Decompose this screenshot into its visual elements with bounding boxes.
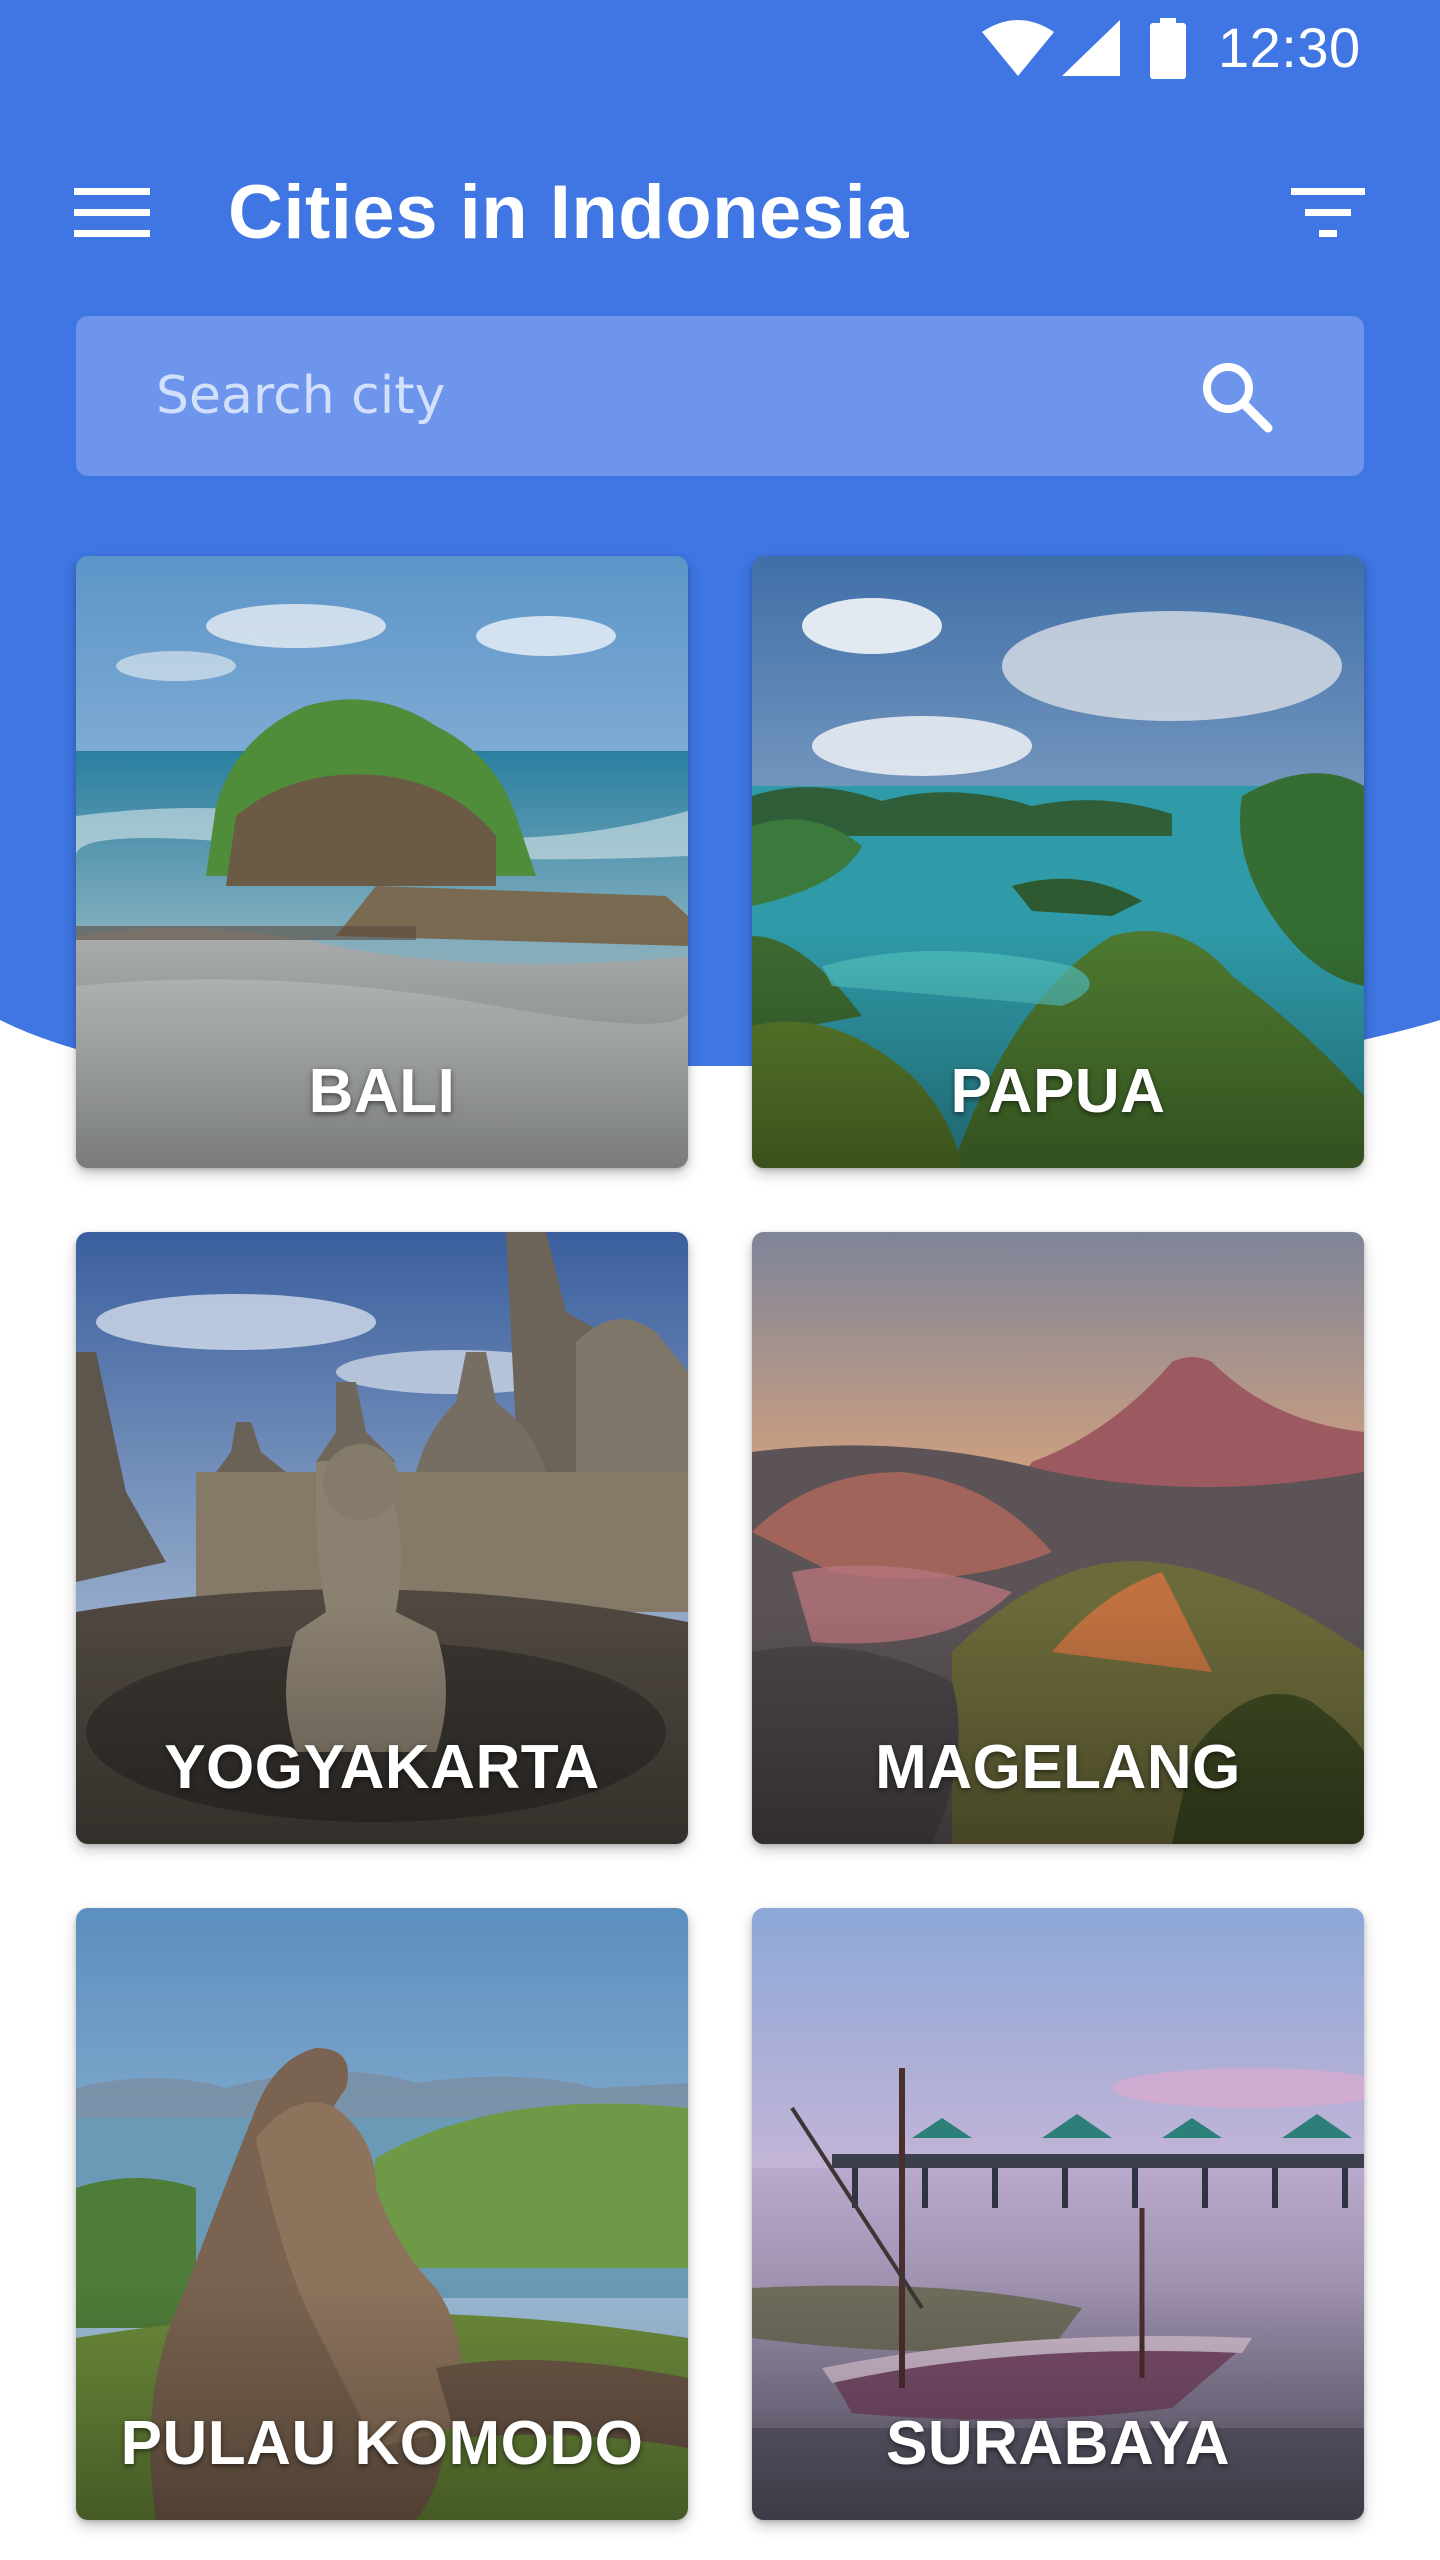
card-shade bbox=[752, 2280, 1364, 2520]
city-card-yogyakarta[interactable]: YOGYAKARTA bbox=[76, 1232, 688, 1844]
wifi-icon bbox=[982, 18, 1054, 83]
filter-button[interactable] bbox=[1276, 178, 1380, 250]
city-card-magelang[interactable]: MAGELANG bbox=[752, 1232, 1364, 1844]
search-icon[interactable] bbox=[1188, 348, 1284, 444]
city-name: SURABAYA bbox=[886, 2409, 1230, 2478]
menu-button[interactable] bbox=[60, 178, 164, 250]
city-card-bali[interactable]: BALI bbox=[76, 556, 688, 1168]
city-card-pulau-komodo[interactable]: PULAU KOMODO bbox=[76, 1908, 688, 2520]
battery-icon bbox=[1148, 18, 1188, 85]
city-name: BALI bbox=[308, 1057, 456, 1126]
status-bar: 12:30 bbox=[0, 0, 1440, 96]
card-shade bbox=[76, 1604, 688, 1844]
app-toolbar: Cities in Indonesia bbox=[0, 150, 1440, 274]
hamburger-menu-icon bbox=[74, 186, 150, 243]
city-card-papua[interactable]: PAPUA bbox=[752, 556, 1364, 1168]
search-input[interactable] bbox=[156, 356, 1156, 436]
city-name: PAPUA bbox=[950, 1057, 1166, 1126]
search-bar bbox=[76, 316, 1364, 476]
status-time: 12:30 bbox=[1218, 16, 1361, 79]
city-card-surabaya[interactable]: SURABAYA bbox=[752, 1908, 1364, 2520]
page-title: Cities in Indonesia bbox=[228, 170, 909, 255]
city-name: MAGELANG bbox=[875, 1733, 1241, 1802]
city-name: PULAU KOMODO bbox=[120, 2409, 644, 2478]
card-shade bbox=[752, 928, 1364, 1168]
filter-icon bbox=[1291, 186, 1365, 243]
card-shade bbox=[76, 2280, 688, 2520]
city-name: YOGYAKARTA bbox=[164, 1733, 600, 1802]
card-shade bbox=[752, 1604, 1364, 1844]
card-shade bbox=[76, 928, 688, 1168]
signal-icon bbox=[1062, 18, 1122, 83]
